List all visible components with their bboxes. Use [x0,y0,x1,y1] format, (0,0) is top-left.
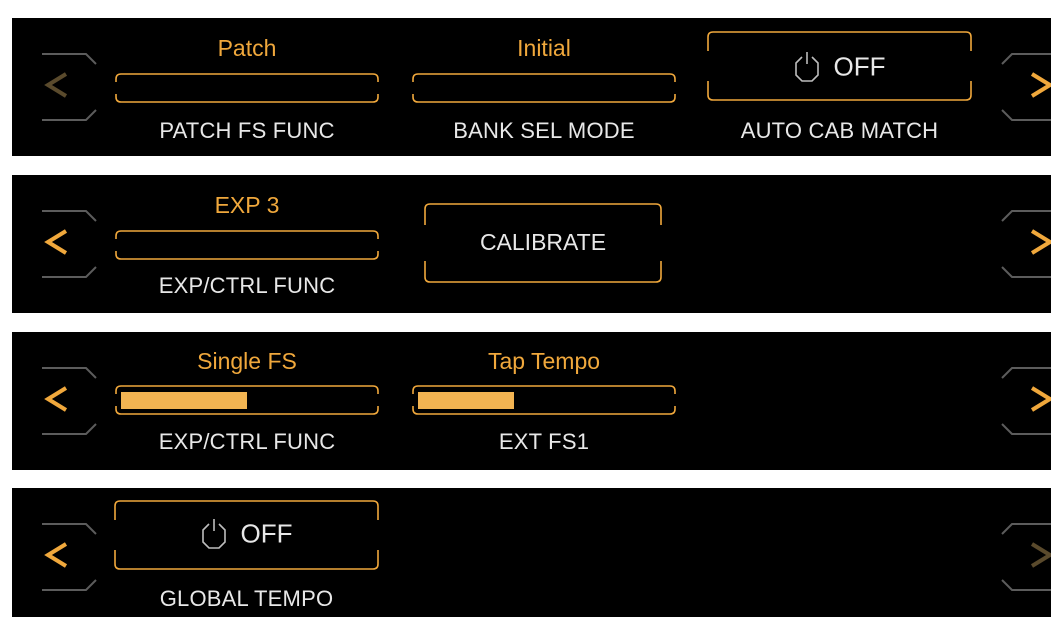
tap-tempo-value: Tap Tempo [487,348,601,374]
next-page-button[interactable] [998,175,1051,313]
chevron-right-icon [1001,210,1051,278]
chevron-left-icon [42,523,97,591]
calibrate-label: CALIBRATE [479,229,607,255]
power-icon [794,52,819,82]
slider-fill [418,392,514,409]
auto-cab-match-toggle[interactable]: OFF [707,31,972,101]
patch-fs-func-label: PATCH FS FUNC [159,118,335,143]
exp-ctrl-func-value: EXP 3 [214,192,280,218]
settings-panel-1: Patch PATCH FS FUNC Initial BANK SEL MOD… [12,18,1051,156]
prev-page-button[interactable] [24,18,100,156]
chevron-right-icon [1001,367,1051,435]
bank-sel-mode-label: BANK SEL MODE [453,118,635,143]
patch-fs-func-value: Patch [217,35,277,61]
chevron-left-icon [42,53,97,121]
chevron-left-icon [42,367,97,435]
next-page-button[interactable] [998,18,1051,156]
exp-ctrl-func-slider[interactable] [115,230,379,260]
chevron-right-icon [1001,523,1051,591]
global-tempo-state: OFF [240,518,293,549]
slider-fill [121,392,247,409]
settings-panel-3: Single FS EXP/CTRL FUNC Tap Tempo EXT FS… [12,332,1051,470]
bank-sel-mode-slider[interactable] [412,73,676,103]
settings-panel-2: EXP 3 EXP/CTRL FUNC CALIBRATE [12,175,1051,313]
patch-fs-func-slider[interactable] [115,73,379,103]
exp-ctrl-func-label: EXP/CTRL FUNC [158,273,336,298]
global-tempo-label: GLOBAL TEMPO [159,586,334,611]
ext-fs1-label: EXT FS1 [498,429,590,454]
chevron-right-icon [1001,53,1051,121]
prev-page-button[interactable] [24,175,100,313]
prev-page-button[interactable] [24,332,100,470]
auto-cab-match-state: OFF [833,51,886,82]
next-page-button[interactable] [998,488,1051,617]
bank-sel-mode-value: Initial [517,35,571,61]
power-icon [201,519,226,549]
next-page-button[interactable] [998,332,1051,470]
settings-panel-4: OFF GLOBAL TEMPO [12,488,1051,617]
prev-page-button[interactable] [24,488,100,617]
single-fs-value: Single FS [197,348,297,374]
exp-ctrl-func-label: EXP/CTRL FUNC [158,429,336,454]
global-tempo-toggle[interactable]: OFF [114,500,379,570]
chevron-left-icon [42,210,97,278]
auto-cab-match-label: AUTO CAB MATCH [740,118,939,143]
ext-fs1-slider[interactable] [412,385,676,415]
exp-ctrl-func-slider[interactable] [115,385,379,415]
calibrate-button[interactable]: CALIBRATE [424,203,662,283]
